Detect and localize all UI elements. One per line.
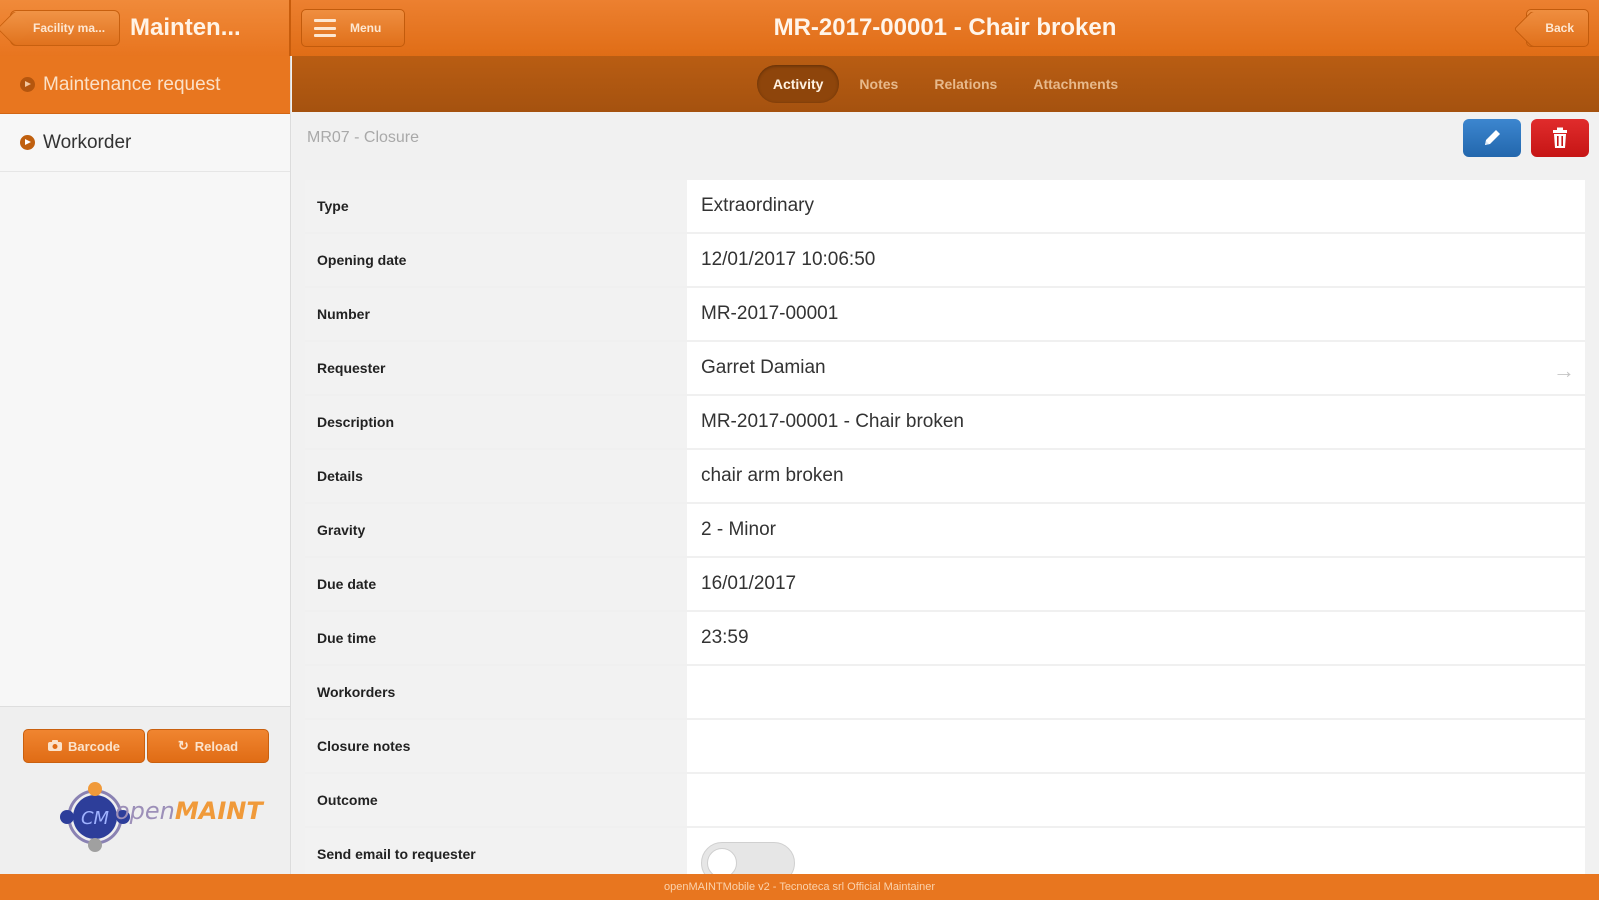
menu-button[interactable]: Menu xyxy=(301,9,405,47)
top-left-bar: Facility ma... Mainten... xyxy=(0,0,291,56)
field-row-opening-date: Opening date 12/01/2017 10:06:50 xyxy=(305,234,1585,288)
field-value: MR-2017-00001 xyxy=(701,303,839,324)
page-title: MR-2017-00001 - Chair broken xyxy=(773,14,1117,41)
field-row-type: Type Extraordinary xyxy=(305,180,1585,234)
sidebar: Maintenance request Workorder Barcode ↻ … xyxy=(0,56,291,874)
field-row-due-date: Due date 16/01/2017 xyxy=(305,558,1585,612)
trash-icon xyxy=(1553,127,1567,148)
field-row-description: Description MR-2017-00001 - Chair broken xyxy=(305,396,1585,450)
title-bar: Menu MR-2017-00001 - Chair broken Back xyxy=(291,0,1599,56)
field-label: Type xyxy=(305,180,687,232)
field-row-gravity: Gravity 2 - Minor xyxy=(305,504,1585,558)
top-bar: Facility ma... Mainten... Menu MR-2017-0… xyxy=(0,0,1599,56)
field-value xyxy=(687,720,1585,772)
tab-relations[interactable]: Relations xyxy=(918,65,1013,103)
tab-attachments[interactable]: Attachments xyxy=(1017,65,1134,103)
reload-label: Reload xyxy=(194,738,239,754)
field-row-due-time: Due time 23:59 xyxy=(305,612,1585,666)
pencil-icon xyxy=(1485,130,1500,145)
field-label: Send email to requester xyxy=(305,828,687,874)
send-email-toggle[interactable] xyxy=(701,842,795,874)
back-label: Back xyxy=(1545,21,1574,35)
logo-text: openMAINT xyxy=(115,797,263,825)
field-value: 16/01/2017 xyxy=(701,573,797,594)
sidebar-footer: Barcode ↻ Reload CM openMAINT xyxy=(0,706,290,874)
field-label: Due time xyxy=(305,612,687,664)
hamburger-icon xyxy=(314,19,336,37)
barcode-label: Barcode xyxy=(67,738,121,754)
openmaint-logo: CM openMAINT xyxy=(55,777,263,857)
field-value xyxy=(687,666,1585,718)
field-row-closure-notes: Closure notes xyxy=(305,720,1585,774)
arrow-bullet-icon xyxy=(20,77,35,92)
sidebar-item-maintenance-request[interactable]: Maintenance request xyxy=(0,56,290,114)
field-label: Requester xyxy=(305,342,687,394)
camera-icon xyxy=(47,739,62,754)
sidebar-item-label: Workorder xyxy=(43,131,132,153)
tab-activity[interactable]: Activity xyxy=(756,65,840,103)
app-title: Mainten... xyxy=(130,14,241,41)
field-label: Workorders xyxy=(305,666,687,718)
field-value: 12/01/2017 10:06:50 xyxy=(701,249,876,270)
field-value: 2 - Minor xyxy=(701,519,776,540)
sidebar-item-label: Maintenance request xyxy=(43,73,221,95)
sidebar-button-row: Barcode ↻ Reload xyxy=(23,729,269,763)
field-value-wrapper xyxy=(687,828,1585,874)
field-row-outcome: Outcome xyxy=(305,774,1585,828)
subheader: MR07 - Closure xyxy=(292,112,1599,164)
menu-label: Menu xyxy=(350,21,382,35)
field-row-requester[interactable]: Requester Garret Damian → xyxy=(305,342,1585,396)
refresh-icon: ↻ xyxy=(177,738,189,753)
field-value: MR-2017-00001 - Chair broken xyxy=(701,411,964,432)
field-label: Closure notes xyxy=(305,720,687,772)
main-content: MR07 - Closure Type Extraordinary Openin… xyxy=(292,112,1599,874)
field-label: Description xyxy=(305,396,687,448)
field-value: Garret Damian xyxy=(701,357,826,378)
field-label: Details xyxy=(305,450,687,502)
reload-button[interactable]: ↻ Reload xyxy=(147,729,269,763)
field-value xyxy=(687,774,1585,826)
field-row-details: Details chair arm broken xyxy=(305,450,1585,504)
field-value: 23:59 xyxy=(701,627,749,648)
footer-bar: openMAINTMobile v2 - Tecnoteca srl Offic… xyxy=(0,874,1599,900)
facility-back-label: Facility ma... xyxy=(33,21,106,35)
field-row-number: Number MR-2017-00001 xyxy=(305,288,1585,342)
back-button[interactable]: Back xyxy=(1526,9,1589,47)
field-value: chair arm broken xyxy=(701,465,844,486)
field-value: Extraordinary xyxy=(701,195,814,216)
field-value-wrapper[interactable]: Garret Damian → xyxy=(687,342,1585,394)
detail-card: Type Extraordinary Opening date 12/01/20… xyxy=(305,180,1585,874)
arrow-bullet-icon xyxy=(20,135,35,150)
delete-button[interactable] xyxy=(1531,119,1589,157)
tab-strip: Activity Notes Relations Attachments xyxy=(292,56,1599,112)
toggle-knob xyxy=(707,848,737,874)
sidebar-item-workorder[interactable]: Workorder xyxy=(0,114,290,172)
field-label: Number xyxy=(305,288,687,340)
edit-button[interactable] xyxy=(1463,119,1521,157)
barcode-button[interactable]: Barcode xyxy=(23,729,145,763)
step-subtitle: MR07 - Closure xyxy=(307,129,420,146)
field-row-workorders: Workorders xyxy=(305,666,1585,720)
field-row-send-email: Send email to requester xyxy=(305,828,1585,874)
arrow-right-icon[interactable]: → xyxy=(1553,358,1575,384)
field-label: Due date xyxy=(305,558,687,610)
logo-letters: CM xyxy=(81,808,110,829)
field-label: Gravity xyxy=(305,504,687,556)
facility-back-button[interactable]: Facility ma... xyxy=(10,10,121,46)
tab-notes[interactable]: Notes xyxy=(843,65,914,103)
field-label: Outcome xyxy=(305,774,687,826)
field-label: Opening date xyxy=(305,234,687,286)
